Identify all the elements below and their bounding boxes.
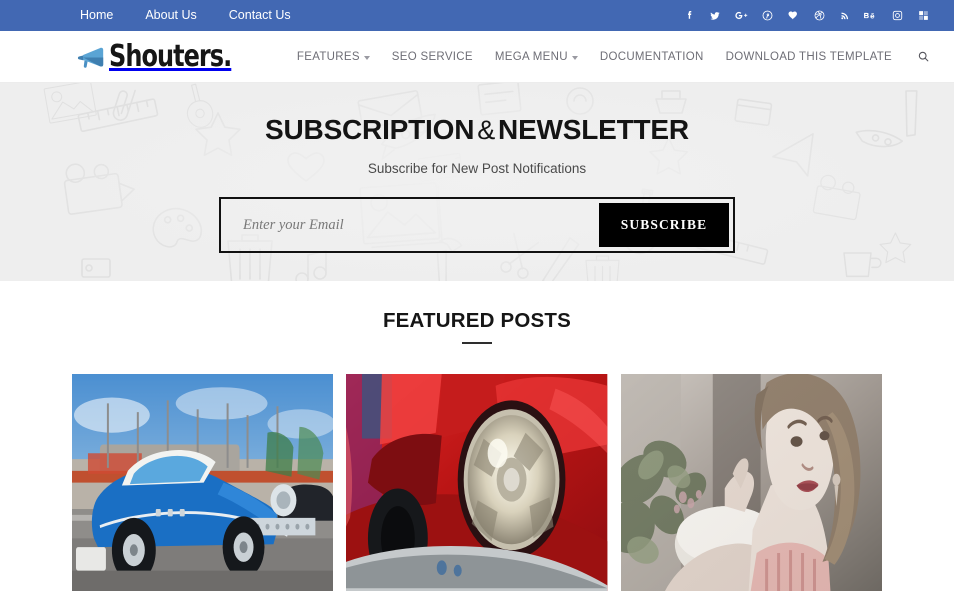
nav-item-download-this-template[interactable]: DOWNLOAD THIS TEMPLATE [715, 51, 903, 63]
chevron-down-icon [363, 55, 370, 60]
instagram-icon[interactable] [884, 0, 910, 31]
topnav-item-about-us[interactable]: About Us [129, 0, 212, 31]
topnav-item-contact-us[interactable]: Contact Us [213, 0, 307, 31]
subscribe-form: SUBSCRIBE [219, 197, 735, 253]
featured-posts-header: FEATURED POSTS [0, 309, 954, 356]
featured-posts-section: FEATURED POSTS [0, 281, 954, 600]
facebook-icon[interactable] [676, 0, 702, 31]
twitter-icon[interactable] [702, 0, 728, 31]
logo-wordmark: Shouters. [109, 38, 232, 74]
hero-title-ampersand: & [477, 115, 496, 145]
hero-title-main: SUBSCRIPTION [265, 114, 475, 145]
top-bar: Home About Us Contact Us [0, 0, 954, 31]
post-card[interactable]: Secrets of Golden Lake New Lifestyle Tre… [346, 374, 608, 592]
pinterest-icon[interactable] [754, 0, 780, 31]
site-logo[interactable]: Shouters. [76, 38, 262, 74]
behance-icon[interactable] [858, 0, 884, 31]
social-links [676, 0, 936, 31]
subscribe-button[interactable]: SUBSCRIBE [599, 203, 729, 247]
nav-item-documentation[interactable]: DOCUMENTATION [589, 51, 715, 63]
nav-item-features-label: FEATURES [296, 50, 360, 63]
google-plus-icon[interactable] [728, 0, 754, 31]
classic-blue-car-photo[interactable] [72, 374, 334, 592]
topnav-item-home[interactable]: Home [80, 0, 129, 31]
dribbble-icon[interactable] [806, 0, 832, 31]
nav-item-mega-menu[interactable]: MEGA MENU [484, 51, 589, 63]
page-title: SUBSCRIPTION & NEWSLETTER [265, 114, 689, 146]
squares-icon[interactable] [910, 0, 936, 31]
nav-item-features[interactable]: FEATURES [286, 51, 381, 63]
top-navigation: Home About Us Contact Us [80, 0, 307, 31]
hero-subtitle: Subscribe for New Post Notifications [367, 161, 587, 176]
nav-item-seo-service[interactable]: SEO SERVICE [381, 51, 484, 63]
featured-posts-grid: 10 steps to prepare your home for a Kitt… [0, 374, 954, 592]
search-icon[interactable] [903, 50, 936, 63]
main-navigation: FEATURES SEO SERVICE MEGA MENU DOCUMENTA… [286, 50, 936, 63]
site-header: Shouters. FEATURES SEO SERVICE MEGA MENU… [0, 31, 954, 83]
subscription-hero: SUBSCRIPTION & NEWSLETTER Subscribe for Ne… [0, 83, 954, 281]
post-card[interactable]: Dirt Racing Going to Start in Utah Febru… [620, 374, 882, 592]
section-title: FEATURED POSTS [382, 309, 572, 332]
chevron-down-icon [571, 55, 578, 60]
post-card[interactable]: 10 steps to prepare your home for a Kitt… [72, 374, 334, 592]
red-car-headlight-photo[interactable] [346, 374, 608, 592]
woman-portrait-with-flowers-photo[interactable] [620, 374, 882, 592]
rss-icon[interactable] [832, 0, 858, 31]
nav-item-mega-menu-label: MEGA MENU [494, 50, 568, 63]
email-field[interactable] [225, 203, 599, 247]
title-underline [462, 342, 492, 344]
hero-title-tail: NEWSLETTER [498, 114, 689, 145]
megaphone-icon [76, 45, 106, 69]
bloglovin-heart-icon[interactable] [780, 0, 806, 31]
